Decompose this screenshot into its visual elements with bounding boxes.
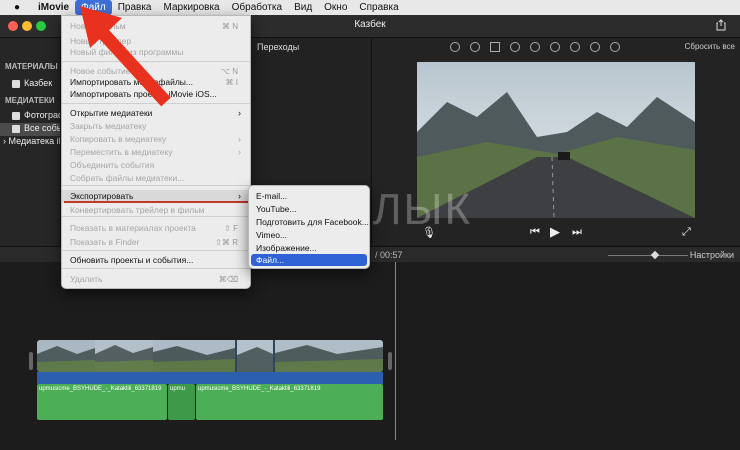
sidebar-item-label: Фотограф — [24, 110, 60, 120]
export-submenu: E-mail... YouTube... Подготовить для Faceb… — [248, 185, 370, 269]
clip-frames — [37, 340, 383, 372]
timeline-handle-left[interactable] — [29, 352, 33, 370]
info-icon[interactable] — [610, 42, 620, 52]
sidebar-item-library[interactable]: › Медиатека iMo — [0, 136, 60, 149]
noise-reduction-icon[interactable] — [550, 42, 560, 52]
menu-item-label: YouTube... — [256, 204, 297, 214]
menu-item-label: Изображение... — [256, 243, 317, 253]
menu-help[interactable]: Справка — [353, 0, 404, 15]
menu-item-label: Копировать в медиатеку — [70, 134, 167, 144]
menu-item-label: Показать в Finder — [70, 237, 140, 247]
menu-shortcut: ⇧ F — [224, 224, 238, 233]
export-submenu-item[interactable]: E-mail... — [251, 190, 367, 202]
file-menu-item: Закрыть медиатеку — [62, 120, 250, 133]
sidebar-item-all-events[interactable]: Все событ — [0, 123, 60, 136]
menu-separator — [62, 185, 250, 186]
skip-forward-button[interactable]: ⏭ — [572, 226, 582, 239]
menu-item-label: Показать в материалах проекта — [70, 223, 196, 233]
video-clip-thumbnails[interactable] — [37, 340, 383, 372]
export-submenu-item[interactable]: Vimeo... — [251, 229, 367, 241]
sidebar-section-libraries: МЕДИАТЕКИ — [5, 96, 55, 105]
submenu-chevron-icon: › — [238, 147, 241, 157]
file-menu-item[interactable]: Обновить проекты и события... — [62, 254, 250, 267]
file-menu-item: Объединить события — [62, 159, 250, 172]
clapper-icon — [12, 80, 20, 88]
color-balance-icon[interactable] — [450, 42, 460, 52]
audio-clip-1[interactable]: upmusicme_BSYHUDE_-_Kataklili_63371819 — [37, 384, 167, 420]
color-correction-icon[interactable] — [470, 42, 480, 52]
menu-item-label: Объединить события — [70, 160, 155, 170]
clip-filter-icon[interactable] — [590, 42, 600, 52]
menu-separator — [62, 250, 250, 251]
skip-back-button[interactable]: ⏮ — [530, 226, 540, 239]
menu-item-label: Подготовить для Facebook... — [256, 217, 369, 227]
menu-view[interactable]: Вид — [288, 0, 318, 15]
red-arrow-pointer — [80, 6, 171, 107]
timecode: / 00:57 — [375, 250, 403, 260]
file-menu-item: Показать в материалах проекта ⇧ F — [62, 222, 250, 235]
file-menu-item: Конвертировать трейлер в фильм — [62, 204, 250, 217]
menu-item-label: Файл... — [256, 255, 284, 265]
volume-icon[interactable] — [530, 42, 540, 52]
menu-shortcut: ⇧⌘ R — [215, 238, 238, 247]
timeline-handle-right[interactable] — [388, 352, 392, 370]
audio-clip-2[interactable]: upmu — [168, 384, 195, 420]
libraries-sidebar: МАТЕРИАЛЫ ПРОЕ Казбек МЕДИАТЕКИ Фотограф… — [0, 38, 82, 246]
sidebar-item-project[interactable]: Казбек — [0, 78, 60, 91]
export-submenu-item[interactable]: Подготовить для Facebook... — [251, 216, 369, 228]
menu-item-label: Собрать файлы медиатеки... — [70, 173, 185, 183]
menu-window[interactable]: Окно — [318, 0, 353, 15]
menu-item-label: Закрыть медиатеку — [70, 121, 147, 131]
zoom-slider-knob[interactable] — [650, 250, 660, 260]
sidebar-item-label: Медиатека iMo — [8, 136, 60, 146]
export-submenu-item[interactable]: Изображение... — [251, 242, 367, 254]
play-button[interactable]: ▶ — [550, 224, 560, 240]
playhead[interactable] — [395, 262, 396, 440]
photos-icon — [12, 112, 20, 120]
audio-clip-label: upmusicme_BSYHUDE_-_Kataklili_63371819 — [198, 386, 321, 392]
share-icon[interactable] — [716, 19, 726, 31]
zoom-slider[interactable] — [608, 255, 688, 256]
fullscreen-icon[interactable]: ⤢ — [682, 226, 691, 239]
adjustment-toolbar: Сбросить все — [372, 38, 740, 56]
reset-all-button[interactable]: Сбросить все — [685, 42, 735, 51]
events-icon — [12, 125, 20, 133]
apple-logo-icon[interactable]: ● — [10, 2, 24, 13]
file-menu-item: Переместить в медиатеку › — [62, 146, 250, 159]
crop-icon[interactable] — [490, 42, 500, 52]
submenu-chevron-icon: › — [238, 108, 241, 118]
tab-transitions[interactable]: Переходы — [257, 42, 299, 52]
menu-item-label: E-mail... — [256, 191, 288, 201]
audio-clip-label: upmusicme_BSYHUDE_-_Kataklili_63371819 — [39, 386, 162, 392]
sidebar-item-photos[interactable]: Фотограф — [0, 110, 60, 123]
menu-item-label: Переместить в медиатеку — [70, 147, 173, 157]
file-menu-item: Показать в Finder ⇧⌘ R — [62, 236, 250, 249]
menu-separator — [62, 268, 250, 269]
file-menu-item: Копировать в медиатеку › — [62, 133, 250, 146]
menu-modify[interactable]: Обработка — [226, 0, 288, 15]
menu-shortcut: ⌘ N — [222, 22, 238, 31]
audio-clip-label: upmu — [170, 386, 186, 392]
menu-item-label: Конвертировать трейлер в фильм — [70, 205, 205, 215]
sidebar-item-label: Казбек — [24, 78, 53, 88]
menu-item-label: Vimeo... — [256, 230, 288, 240]
audio-clip-3[interactable]: upmusicme_BSYHUDE_-_Kataklili_63371819 — [196, 384, 383, 420]
settings-button[interactable]: Настройки — [690, 250, 734, 260]
export-submenu-item[interactable]: Файл... — [251, 254, 367, 266]
disclosure-triangle-icon[interactable]: › — [3, 136, 6, 146]
stabilization-icon[interactable] — [510, 42, 520, 52]
video-audio-band — [37, 372, 383, 384]
menu-item-label: Обновить проекты и события... — [70, 255, 194, 265]
export-underline-highlight — [64, 201, 248, 203]
sidebar-item-label: Все событ — [24, 123, 60, 133]
speed-icon[interactable] — [570, 42, 580, 52]
menu-shortcut: ⌘⌫ — [218, 275, 238, 284]
menu-item-label: Удалить — [70, 274, 103, 284]
file-menu-item: Удалить ⌘⌫ — [62, 273, 250, 286]
export-submenu-item[interactable]: YouTube... — [251, 203, 367, 215]
submenu-chevron-icon: › — [238, 134, 241, 144]
file-menu-item: Собрать файлы медиатеки... — [62, 172, 250, 185]
